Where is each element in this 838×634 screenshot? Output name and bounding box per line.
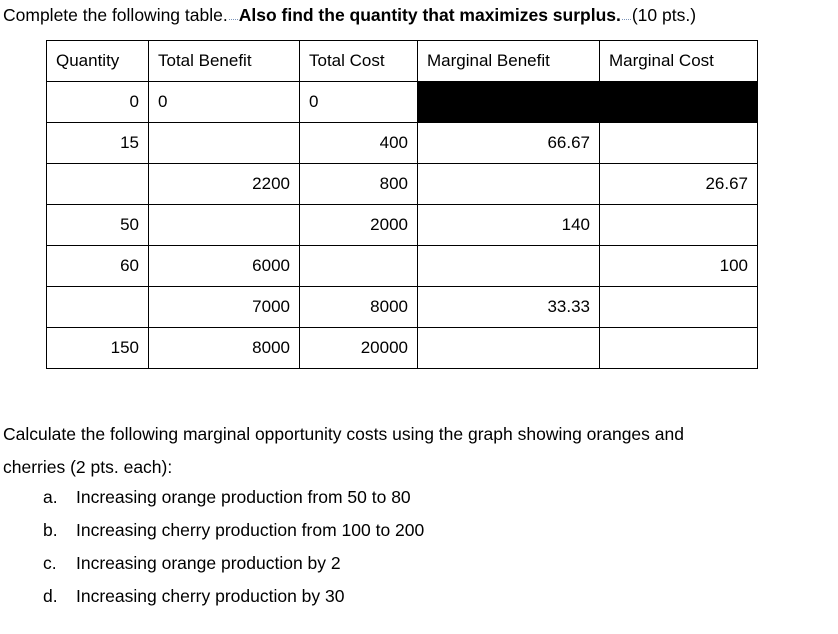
cell-marginal-benefit[interactable] <box>417 327 600 369</box>
cell-quantity[interactable]: 150 <box>46 327 149 369</box>
cell-total-benefit[interactable]: 6000 <box>148 245 300 287</box>
cell-marginal-cost[interactable] <box>599 204 758 246</box>
list-item-text: Increasing cherry production by 30 <box>76 586 345 606</box>
cell-marginal-benefit[interactable] <box>417 245 600 287</box>
cell-marginal-cost[interactable]: 26.67 <box>599 163 758 205</box>
cell-total-benefit[interactable] <box>148 204 300 246</box>
cell-marginal-cost[interactable] <box>599 122 758 164</box>
cell-total-benefit[interactable]: 0 <box>148 81 300 123</box>
benefit-cost-table: Quantity Total Benefit Total Cost Margin… <box>46 40 758 369</box>
cell-quantity[interactable] <box>46 286 149 328</box>
column-header-total-benefit: Total Benefit <box>148 40 300 82</box>
list-item: a. Increasing orange production from 50 t… <box>0 481 700 514</box>
list-item: d. Increasing cherry production by 30 <box>0 580 700 613</box>
question-2-line-2: cherries (2 pts. each): <box>3 457 173 477</box>
list-item-marker: c. <box>43 553 57 573</box>
column-header-marginal-benefit: Marginal Benefit <box>417 40 600 82</box>
column-header-marginal-cost: Marginal Cost <box>599 40 758 82</box>
question-1-points: (10 pts.) <box>631 5 697 25</box>
cell-total-cost[interactable]: 2000 <box>299 204 418 246</box>
table-row: 150 8000 20000 <box>46 327 758 369</box>
cell-marginal-benefit[interactable]: 66.67 <box>417 122 600 164</box>
table-header: Quantity Total Benefit Total Cost Margin… <box>46 40 758 82</box>
worksheet-page: Complete the following table. Also find t… <box>0 0 838 634</box>
table-row: 7000 8000 33.33 <box>46 286 758 328</box>
column-header-total-cost: Total Cost <box>299 40 418 82</box>
cell-quantity[interactable]: 0 <box>46 81 149 123</box>
cell-quantity[interactable] <box>46 163 149 205</box>
column-header-quantity: Quantity <box>46 40 149 82</box>
question-1-prompt: Complete the following table. Also find t… <box>3 4 835 26</box>
table-body: 0 0 0 15 400 66.67 2200 800 26.67 50 2000 140 60 6000… <box>46 81 758 369</box>
table-row: 50 2000 140 <box>46 204 758 246</box>
table-row: 15 400 66.67 <box>46 122 758 164</box>
list-item-text: Increasing cherry production from 100 to… <box>76 520 425 540</box>
cell-total-cost[interactable]: 8000 <box>299 286 418 328</box>
list-item: b. Increasing cherry production from 100 … <box>0 514 700 547</box>
cell-total-benefit[interactable] <box>148 122 300 164</box>
cell-marginal-benefit[interactable] <box>417 81 600 123</box>
question-1-bold-text: Also find the quantity that maximizes su… <box>238 5 621 25</box>
question-2-prompt: Calculate the following marginal opportu… <box>3 418 803 484</box>
list-item-marker: d. <box>43 586 58 606</box>
cell-total-cost[interactable]: 0 <box>299 81 418 123</box>
cell-marginal-cost[interactable] <box>599 286 758 328</box>
table-row: 60 6000 100 <box>46 245 758 287</box>
cell-marginal-cost[interactable] <box>599 327 758 369</box>
question-1-intro-text: Complete the following table. <box>3 5 228 25</box>
cell-quantity[interactable]: 60 <box>46 245 149 287</box>
cell-marginal-benefit[interactable]: 33.33 <box>417 286 600 328</box>
cell-total-cost[interactable]: 400 <box>299 122 418 164</box>
cell-total-cost[interactable]: 20000 <box>299 327 418 369</box>
list-item-marker: b. <box>43 520 58 540</box>
cell-marginal-cost[interactable] <box>599 81 758 123</box>
list-item-text: Increasing orange production from 50 to … <box>76 487 411 507</box>
cell-total-cost[interactable] <box>299 245 418 287</box>
cell-marginal-benefit[interactable]: 140 <box>417 204 600 246</box>
cell-quantity[interactable]: 15 <box>46 122 149 164</box>
cell-total-cost[interactable]: 800 <box>299 163 418 205</box>
question-2-line-1: Calculate the following marginal opportu… <box>3 424 684 444</box>
list-item: c. Increasing orange production by 2 <box>0 547 700 580</box>
cell-quantity[interactable]: 50 <box>46 204 149 246</box>
cell-total-benefit[interactable]: 2200 <box>148 163 300 205</box>
list-item-text: Increasing orange production by 2 <box>76 553 341 573</box>
cell-marginal-cost[interactable]: 100 <box>599 245 758 287</box>
table-header-row: Quantity Total Benefit Total Cost Margin… <box>46 40 758 82</box>
table-row: 000 <box>46 81 758 123</box>
question-2-list: a. Increasing orange production from 50 t… <box>0 481 700 613</box>
cell-total-benefit[interactable]: 7000 <box>148 286 300 328</box>
list-item-marker: a. <box>43 487 58 507</box>
table-row: 2200 800 26.67 <box>46 163 758 205</box>
cell-total-benefit[interactable]: 8000 <box>148 327 300 369</box>
cell-marginal-benefit[interactable] <box>417 163 600 205</box>
